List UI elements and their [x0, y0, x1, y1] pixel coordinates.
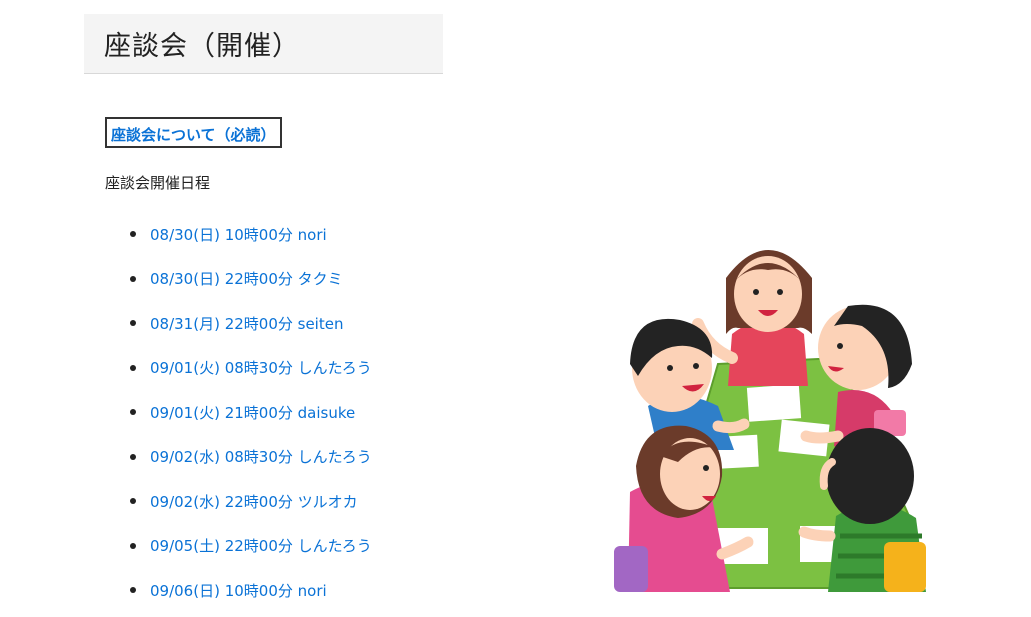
schedule-link[interactable]: 09/01(火) 08時30分 しんたろう	[150, 357, 372, 378]
schedule-link[interactable]: 08/30(日) 22時00分 タクミ	[150, 268, 343, 289]
schedule-item: 09/02(水) 08時30分 しんたろう	[130, 435, 372, 480]
schedule-link[interactable]: 09/01(火) 21時00分 daisuke	[150, 402, 355, 423]
bullet-icon	[130, 498, 136, 505]
schedule-item: 08/30(日) 22時00分 タクミ	[130, 257, 372, 302]
bullet-icon	[130, 231, 136, 238]
schedule-item: 09/02(水) 22時00分 ツルオカ	[130, 479, 372, 524]
schedule-item: 09/01(火) 21時00分 daisuke	[130, 390, 372, 435]
bullet-icon	[130, 453, 136, 460]
bullet-icon	[130, 320, 136, 327]
schedule-heading: 座談会開催日程	[105, 174, 211, 192]
bullet-icon	[130, 364, 136, 371]
bullet-icon	[130, 275, 136, 282]
schedule-item: 09/01(火) 08時30分 しんたろう	[130, 346, 372, 391]
schedule-link[interactable]: 08/31(月) 22時00分 seiten	[150, 313, 343, 334]
schedule-link[interactable]: 09/02(水) 08時30分 しんたろう	[150, 446, 372, 467]
bullet-icon	[130, 542, 136, 549]
schedule-link[interactable]: 09/02(水) 22時00分 ツルオカ	[150, 491, 358, 512]
bullet-icon	[130, 587, 136, 594]
schedule-link[interactable]: 09/05(土) 22時00分 しんたろう	[150, 535, 372, 556]
schedule-list: 08/30(日) 10時00分 nori 08/30(日) 22時00分 タクミ…	[130, 212, 372, 613]
about-roundtable-link[interactable]: 座談会について（必読）	[105, 117, 282, 148]
schedule-item: 09/06(日) 10時00分 nori	[130, 568, 372, 613]
page-header: 座談会（開催）	[84, 14, 443, 74]
bullet-icon	[130, 409, 136, 416]
schedule-item: 08/31(月) 22時00分 seiten	[130, 301, 372, 346]
schedule-item: 08/30(日) 10時00分 nori	[130, 212, 372, 257]
schedule-link[interactable]: 08/30(日) 10時00分 nori	[150, 224, 327, 245]
schedule-link[interactable]: 09/06(日) 10時00分 nori	[150, 580, 327, 601]
page-title: 座談会（開催）	[104, 31, 300, 62]
meeting-illustration	[614, 250, 926, 592]
schedule-item: 09/05(土) 22時00分 しんたろう	[130, 524, 372, 569]
